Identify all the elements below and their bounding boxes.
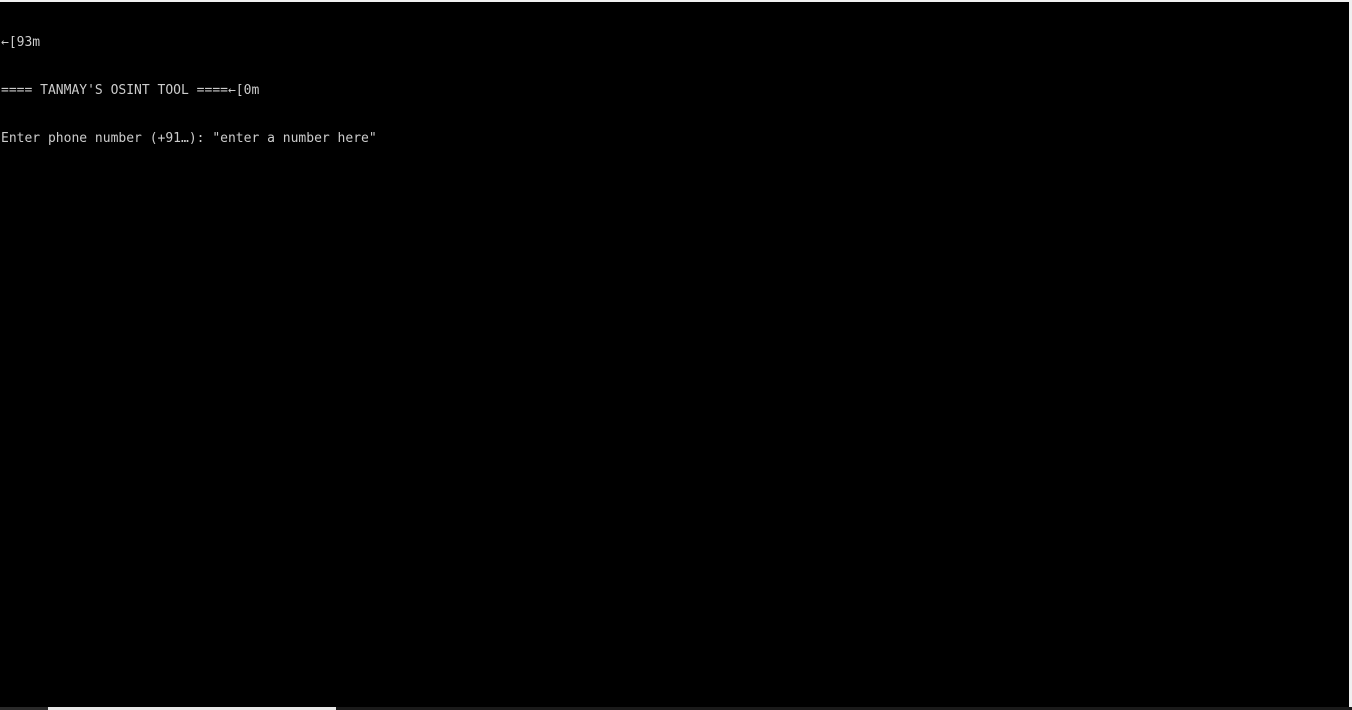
ansi-escape-line: ←[93m (1, 35, 41, 50)
phone-number-prompt-line[interactable]: Enter phone number (+91…): "enter a numb… (1, 131, 1346, 147)
console-output: ←[93m ==== TANMAY'S OSINT TOOL ====←[0m … (1, 3, 1346, 179)
console-window[interactable]: ←[93m ==== TANMAY'S OSINT TOOL ====←[0m … (0, 0, 1352, 710)
tool-title-line: ==== TANMAY'S OSINT TOOL ====←[0m (1, 83, 260, 98)
